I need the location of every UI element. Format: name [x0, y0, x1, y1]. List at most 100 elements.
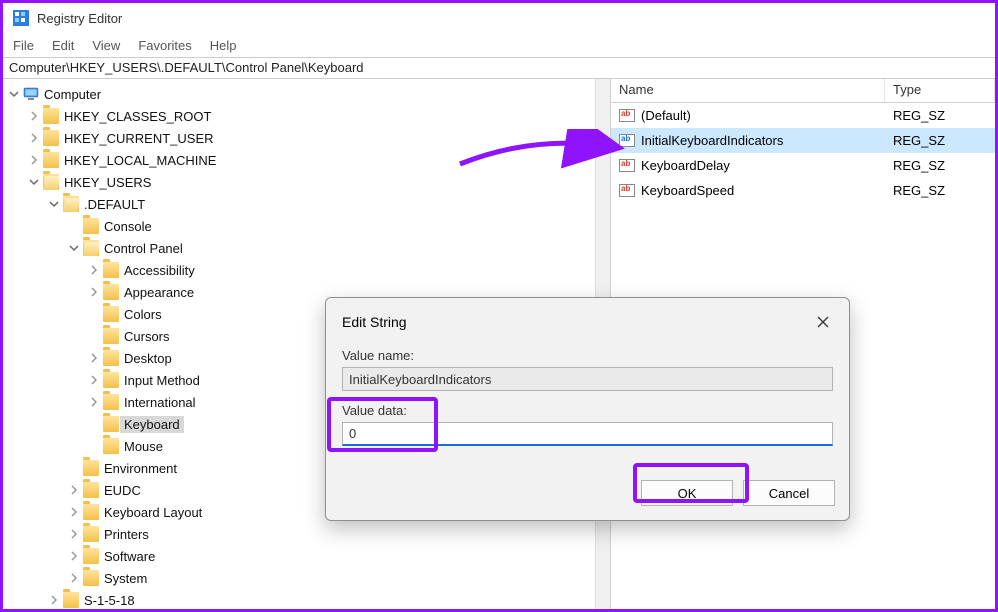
tree-label: International	[124, 395, 196, 410]
folder-icon	[43, 152, 59, 168]
value-name-label: Value name:	[342, 348, 833, 363]
folder-icon	[103, 306, 119, 322]
tree-control-panel[interactable]: Control Panel	[3, 237, 610, 259]
chevron-right-icon[interactable]	[67, 549, 81, 563]
string-value-icon	[619, 159, 635, 172]
chevron-right-icon[interactable]	[67, 527, 81, 541]
tree-hku[interactable]: HKEY_USERS	[3, 171, 610, 193]
menu-file[interactable]: File	[13, 38, 34, 53]
tree-system[interactable]: System	[3, 567, 610, 589]
row-name: KeyboardSpeed	[641, 183, 734, 198]
tree-label: Environment	[104, 461, 177, 476]
window-title: Registry Editor	[37, 11, 122, 26]
folder-icon	[103, 372, 119, 388]
tree-label: Appearance	[124, 285, 194, 300]
tree-label: Software	[104, 549, 155, 564]
list-row[interactable]: KeyboardSpeed REG_SZ	[611, 178, 995, 203]
chevron-right-icon[interactable]	[47, 593, 61, 607]
menu-favorites[interactable]: Favorites	[138, 38, 191, 53]
app-icon	[13, 10, 29, 26]
list-row[interactable]: KeyboardDelay REG_SZ	[611, 153, 995, 178]
tree-label: EUDC	[104, 483, 141, 498]
cancel-button[interactable]: Cancel	[743, 480, 835, 506]
tree-label: HKEY_CLASSES_ROOT	[64, 109, 211, 124]
tree-label: Control Panel	[104, 241, 183, 256]
tree-root-computer[interactable]: Computer	[3, 83, 610, 105]
tree-software[interactable]: Software	[3, 545, 610, 567]
tree-hklm[interactable]: HKEY_LOCAL_MACHINE	[3, 149, 610, 171]
tree-label: Computer	[44, 87, 101, 102]
string-value-icon	[619, 184, 635, 197]
menu-view[interactable]: View	[92, 38, 120, 53]
folder-icon	[103, 394, 119, 410]
folder-icon	[83, 504, 99, 520]
edit-string-dialog: Edit String Value name: Value data: OK C…	[325, 297, 850, 521]
folder-icon	[103, 416, 119, 432]
value-data-input[interactable]	[342, 422, 833, 446]
value-name-input[interactable]	[342, 367, 833, 391]
dialog-title-bar: Edit String	[326, 298, 849, 342]
chevron-down-icon[interactable]	[27, 175, 41, 189]
computer-icon	[23, 86, 39, 102]
chevron-right-icon[interactable]	[67, 505, 81, 519]
chevron-right-icon[interactable]	[87, 373, 101, 387]
tree-label: Keyboard Layout	[104, 505, 202, 520]
tree-label: S-1-5-18	[84, 593, 135, 608]
chevron-right-icon[interactable]	[67, 571, 81, 585]
folder-icon	[83, 570, 99, 586]
tree-label: Colors	[124, 307, 162, 322]
chevron-right-icon[interactable]	[87, 263, 101, 277]
dialog-buttons: OK Cancel	[641, 480, 835, 506]
tree-label: Input Method	[124, 373, 200, 388]
menu-edit[interactable]: Edit	[52, 38, 74, 53]
value-data-label: Value data:	[342, 403, 833, 418]
title-bar: Registry Editor	[3, 3, 995, 33]
chevron-right-icon[interactable]	[67, 483, 81, 497]
list-row[interactable]: (Default) REG_SZ	[611, 103, 995, 128]
chevron-right-icon[interactable]	[27, 131, 41, 145]
tree-hkcu[interactable]: HKEY_CURRENT_USER	[3, 127, 610, 149]
string-value-icon	[619, 134, 635, 147]
tree-default[interactable]: .DEFAULT	[3, 193, 610, 215]
folder-open-icon	[83, 240, 99, 256]
folder-icon	[83, 526, 99, 542]
tree-label: Keyboard	[124, 417, 180, 432]
folder-icon	[103, 284, 119, 300]
tree-label: .DEFAULT	[84, 197, 145, 212]
col-header-type[interactable]: Type	[885, 79, 995, 102]
close-button[interactable]	[809, 308, 837, 336]
row-type: REG_SZ	[885, 181, 995, 200]
chevron-right-icon[interactable]	[87, 285, 101, 299]
chevron-down-icon[interactable]	[67, 241, 81, 255]
row-type: REG_SZ	[885, 106, 995, 125]
chevron-right-icon[interactable]	[27, 109, 41, 123]
folder-icon	[103, 262, 119, 278]
ok-button[interactable]: OK	[641, 480, 733, 506]
menu-help[interactable]: Help	[210, 38, 237, 53]
row-name: (Default)	[641, 108, 691, 123]
chevron-down-icon[interactable]	[7, 87, 21, 101]
folder-open-icon	[43, 174, 59, 190]
dialog-body: Value name: Value data:	[326, 342, 849, 446]
folder-icon	[43, 130, 59, 146]
chevron-down-icon[interactable]	[47, 197, 61, 211]
row-type: REG_SZ	[885, 156, 995, 175]
chevron-right-icon[interactable]	[87, 351, 101, 365]
tree-hkcr[interactable]: HKEY_CLASSES_ROOT	[3, 105, 610, 127]
tree-label: Printers	[104, 527, 149, 542]
tree-accessibility[interactable]: Accessibility	[3, 259, 610, 281]
folder-icon	[103, 438, 119, 454]
tree-printers[interactable]: Printers	[3, 523, 610, 545]
tree-console[interactable]: Console	[3, 215, 610, 237]
tree-label: System	[104, 571, 147, 586]
chevron-right-icon[interactable]	[27, 153, 41, 167]
tree-label: Mouse	[124, 439, 163, 454]
address-bar[interactable]: Computer\HKEY_USERS\.DEFAULT\Control Pan…	[3, 57, 995, 79]
row-name: KeyboardDelay	[641, 158, 730, 173]
list-row[interactable]: InitialKeyboardIndicators REG_SZ	[611, 128, 995, 153]
tree-label: Accessibility	[124, 263, 195, 278]
col-header-name[interactable]: Name	[611, 79, 885, 102]
folder-icon	[43, 108, 59, 124]
tree-s1518[interactable]: S-1-5-18	[3, 589, 610, 609]
chevron-right-icon[interactable]	[87, 395, 101, 409]
